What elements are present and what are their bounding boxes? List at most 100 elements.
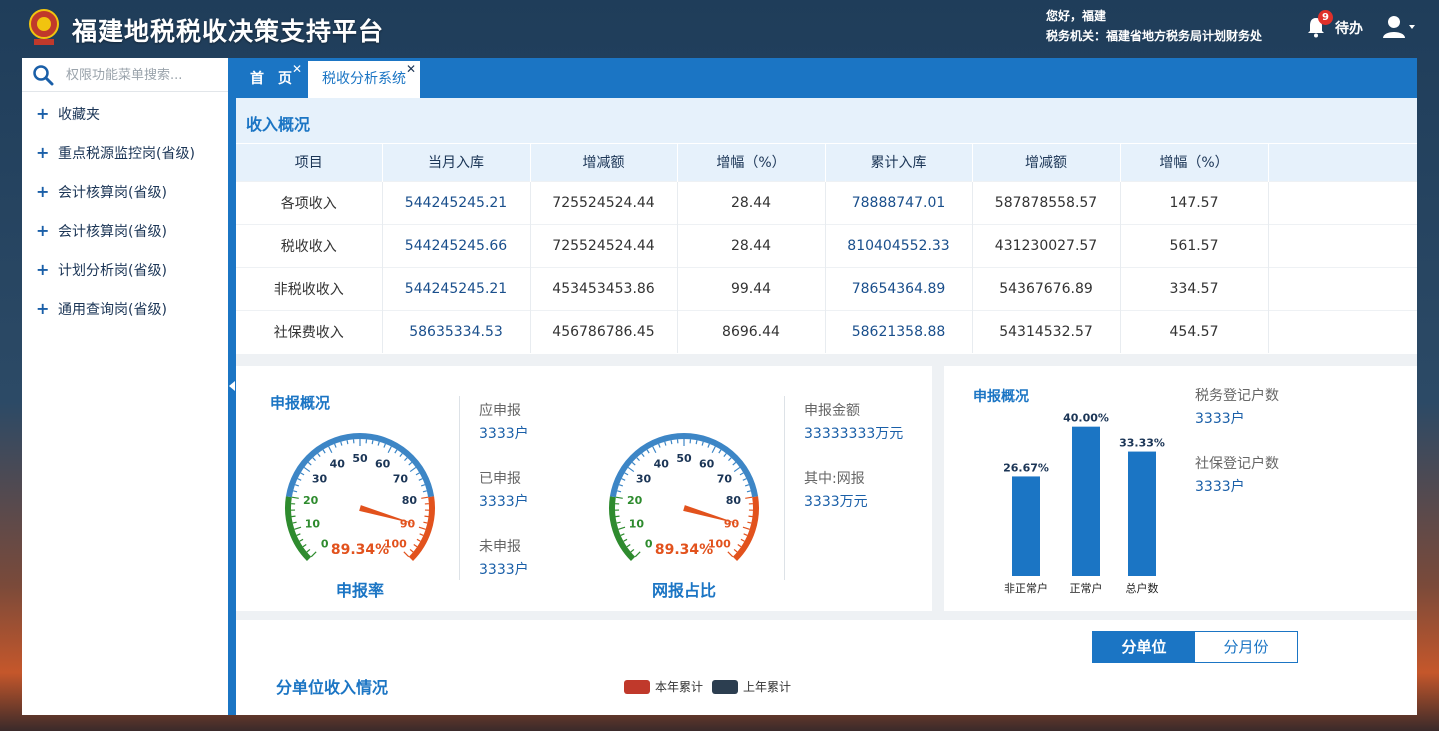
close-icon[interactable]: ✕	[292, 63, 302, 75]
toggle-by-month[interactable]: 分月份	[1195, 632, 1297, 662]
column-header: 累计入库	[825, 144, 973, 181]
table-cell: 54367676.89	[972, 266, 1121, 310]
gauge-tick	[300, 472, 305, 476]
gauge-tick	[312, 457, 316, 462]
gauge-tick	[415, 472, 420, 476]
table-cell: 28.44	[677, 223, 826, 267]
gauge-tick	[394, 449, 398, 454]
report-rate-gauge: 010203040 50 6070809010089.34%	[285, 433, 435, 562]
table-cell: 147.57	[1120, 180, 1269, 224]
table-cell: 28.44	[677, 180, 826, 224]
sidebar-item-accounting-1[interactable]: + 会计核算岗(省级)	[22, 172, 228, 211]
gauge-tick	[346, 440, 349, 445]
table-cell: 334.57	[1120, 266, 1269, 310]
gauge-tick	[617, 490, 622, 493]
gauge-tick	[409, 466, 417, 473]
gauge-tick-label: 30	[312, 473, 328, 486]
stat-value: 3333户	[479, 494, 529, 510]
stat-value: 33333333万元	[804, 426, 904, 442]
tab-label: 税收分析系统	[322, 71, 406, 87]
column-header: 增幅（%）	[1120, 144, 1269, 181]
sidebar-item-favorites[interactable]: + 收藏夹	[22, 94, 228, 133]
gauge-tick	[306, 548, 311, 553]
gauge-tick	[302, 544, 307, 548]
sidebar-item-accounting-2[interactable]: + 会计核算岗(省级)	[22, 211, 228, 250]
collapse-arrow-icon[interactable]	[229, 381, 235, 391]
gauge-tick	[732, 461, 737, 466]
tab-home[interactable]: 首 页 ✕	[236, 61, 306, 98]
column-header: 增减额	[530, 144, 678, 181]
gauge-label: 网报占比	[651, 581, 716, 600]
gauge-tick	[377, 441, 380, 446]
sidebar: +收藏夹 +重点税源监控岗(省级) +会计核算岗(省级) +会计核算岗(省级) …	[22, 58, 228, 715]
gauge-tick	[616, 521, 621, 524]
tab-tax-analysis[interactable]: 税收分析系统 ✕	[308, 61, 420, 98]
table-cell: 8696.44	[677, 309, 826, 353]
bar-category-label: 正常户	[1070, 581, 1103, 595]
main-content: 首 页 ✕ 税收分析系统 ✕ 收入概况 项目 当月入库 增减额 增幅（%） 累计…	[236, 58, 1417, 715]
gauge-tick	[695, 440, 698, 445]
income-table: 项目 当月入库 增减额 增幅（%） 累计入库 增减额 增幅（%） 各项收入 54…	[236, 144, 1417, 353]
column-header: 项目	[236, 144, 383, 181]
gauge-tick-label: 10	[629, 517, 645, 530]
gauge-tick-label: 80	[726, 494, 742, 507]
gauge-tick	[623, 538, 628, 542]
plus-icon: +	[36, 260, 50, 279]
gauge-tick	[743, 533, 748, 536]
table-cell: 456786786.45	[530, 309, 678, 353]
stat-label: 社保登记户数	[1195, 456, 1279, 472]
close-icon[interactable]: ✕	[406, 63, 416, 75]
sidebar-item-label: 收藏夹	[58, 106, 100, 123]
gauge-tick	[746, 490, 751, 493]
gauge-tick	[627, 466, 635, 473]
sidebar-item-key-tax-source[interactable]: + 重点税源监控岗(省级)	[22, 133, 228, 172]
stat-label: 税务登记户数	[1195, 388, 1279, 404]
gauge-tick	[421, 496, 429, 499]
gauge-tick	[727, 551, 734, 558]
gauge-tick	[733, 466, 741, 473]
search-icon[interactable]	[32, 64, 54, 86]
gauge-tick	[621, 478, 626, 481]
divider	[784, 396, 785, 580]
column-header: 增减额	[972, 144, 1121, 181]
table-cell: 99.44	[677, 266, 826, 310]
column-header: 当月入库	[382, 144, 531, 181]
gauge-tick-label: 50	[676, 452, 692, 465]
user-avatar-icon[interactable]	[1382, 14, 1416, 40]
gauge-tick-label: 10	[305, 517, 321, 530]
online-report-gauge: 010203040 50 6070809010089.34%	[609, 433, 759, 562]
legend-label: 上年累计	[743, 680, 792, 694]
gauge-tick	[371, 440, 374, 445]
table-row: 各项收入 544245245.21 725524524.44 28.44 788…	[236, 180, 1417, 224]
gauge-tick	[322, 449, 326, 454]
gauge-tick	[618, 526, 626, 530]
stat-value: 3333户	[1195, 411, 1245, 427]
table-cell-spacer	[1268, 309, 1417, 353]
unit-income-card: 分单位收入情况 本年累计 上年累计 分单位 分月份	[236, 620, 1417, 715]
gauge-tick	[728, 457, 732, 462]
legend-item: 上年累计	[712, 678, 791, 695]
menu-search-input[interactable]	[66, 64, 221, 86]
table-cell: 453453453.86	[530, 266, 678, 310]
gauge-label: 申报率	[335, 581, 384, 600]
sidebar-menu: + 收藏夹 + 重点税源监控岗(省级) + 会计核算岗(省级) + 会计核算岗(省级) …	[22, 92, 228, 328]
table-cell: 非税收收入	[236, 266, 383, 310]
sidebar-item-label: 计划分析岗(省级)	[58, 262, 167, 279]
gauge-tick	[387, 446, 392, 454]
gauge-tick	[408, 461, 413, 466]
table-cell: 税收收入	[236, 223, 383, 267]
column-spacer	[1268, 144, 1417, 181]
legend-label: 本年累计	[655, 680, 704, 694]
gauge-tick	[737, 544, 742, 548]
gauge-tick-label: 60	[699, 457, 715, 470]
bar-data-label: 40.00%	[1063, 412, 1109, 425]
todo-link[interactable]: 待办	[1335, 18, 1363, 38]
toggle-by-unit[interactable]: 分单位	[1093, 632, 1195, 662]
divider	[459, 396, 460, 580]
sidebar-item-planning[interactable]: + 计划分析岗(省级)	[22, 250, 228, 289]
table-cell: 58635334.53	[382, 309, 531, 353]
plus-icon: +	[36, 182, 50, 201]
table-cell: 各项收入	[236, 180, 383, 224]
sidebar-item-general-query[interactable]: + 通用查询岗(省级)	[22, 289, 228, 328]
gauge-value: 89.34%	[655, 542, 713, 558]
